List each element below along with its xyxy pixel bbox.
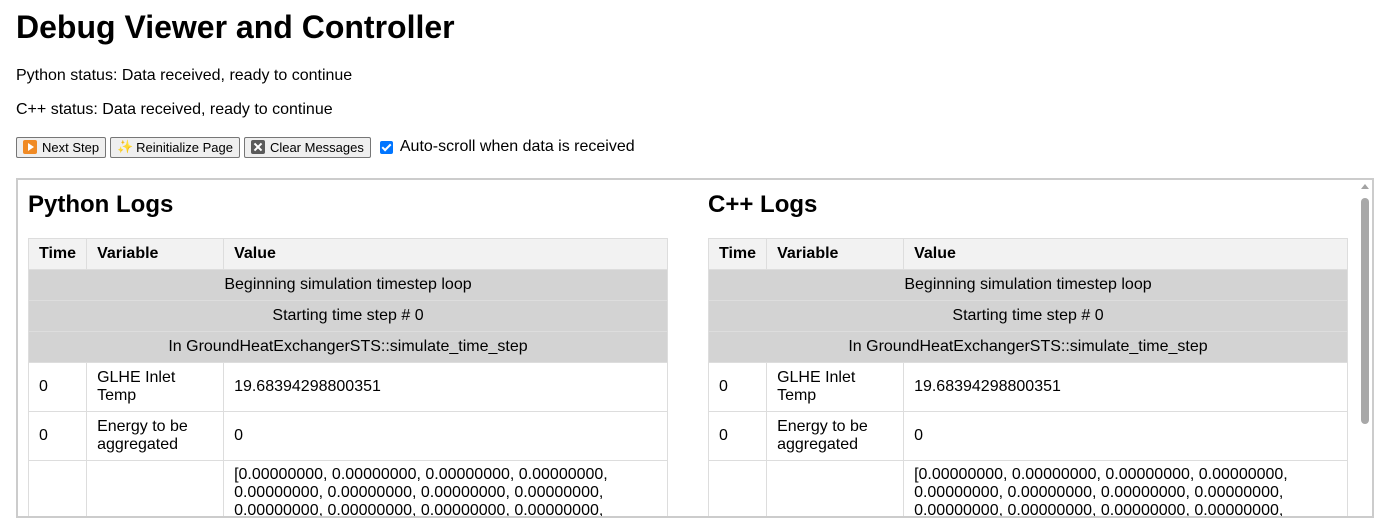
message-row: Starting time step # 0 xyxy=(709,301,1348,332)
autoscroll-label: Auto-scroll when data is received xyxy=(400,138,635,156)
sparkles-icon: ✨ xyxy=(117,140,131,154)
value-cell: 19.68394298800351 xyxy=(224,363,668,412)
x-icon xyxy=(251,140,265,154)
next-step-label: Next Step xyxy=(42,140,99,155)
time-cell xyxy=(29,461,87,518)
log-scrollbar[interactable] xyxy=(1358,180,1372,516)
variable-cell xyxy=(87,461,224,518)
time-cell: 0 xyxy=(709,363,767,412)
cpp-logs-heading: C++ Logs xyxy=(708,190,817,220)
table-row: 0 Energy to be aggregated 0 xyxy=(709,412,1348,461)
python-logs-heading: Python Logs xyxy=(28,190,173,220)
python-logs-table: Time Variable Value Beginning simulation… xyxy=(28,238,668,518)
column-header-time: Time xyxy=(709,239,767,270)
column-header-value: Value xyxy=(224,239,668,270)
message-cell: Beginning simulation timestep loop xyxy=(29,270,668,301)
message-cell: In GroundHeatExchangerSTS::simulate_time… xyxy=(29,332,668,363)
clear-messages-label: Clear Messages xyxy=(270,140,364,155)
log-container[interactable]: Python Logs Time Variable Value Beginnin… xyxy=(16,178,1374,518)
message-cell: In GroundHeatExchangerSTS::simulate_time… xyxy=(709,332,1348,363)
message-row: Starting time step # 0 xyxy=(29,301,668,332)
variable-cell: GLHE Inlet Temp xyxy=(87,363,224,412)
message-row: In GroundHeatExchangerSTS::simulate_time… xyxy=(29,332,668,363)
variable-cell: Energy to be aggregated xyxy=(767,412,904,461)
table-header-row: Time Variable Value xyxy=(29,239,668,270)
time-cell: 0 xyxy=(709,412,767,461)
variable-cell xyxy=(767,461,904,518)
scroll-up-arrow-icon[interactable] xyxy=(1361,184,1369,189)
column-header-time: Time xyxy=(29,239,87,270)
table-row: [0.00000000, 0.00000000, 0.00000000, 0.0… xyxy=(709,461,1348,518)
autoscroll-toggle[interactable]: Auto-scroll when data is received xyxy=(380,138,635,156)
time-cell xyxy=(709,461,767,518)
table-row: 0 GLHE Inlet Temp 19.68394298800351 xyxy=(29,363,668,412)
message-cell: Starting time step # 0 xyxy=(709,301,1348,332)
python-status: Python status: Data received, ready to c… xyxy=(16,66,352,86)
cpp-logs-table: Time Variable Value Beginning simulation… xyxy=(708,238,1348,518)
message-cell: Starting time step # 0 xyxy=(29,301,668,332)
message-row: In GroundHeatExchangerSTS::simulate_time… xyxy=(709,332,1348,363)
reinitialize-page-label: Reinitialize Page xyxy=(136,140,233,155)
autoscroll-checkbox[interactable] xyxy=(380,141,393,154)
table-row: 0 Energy to be aggregated 0 xyxy=(29,412,668,461)
message-row: Beginning simulation timestep loop xyxy=(709,270,1348,301)
play-icon xyxy=(23,140,37,154)
message-cell: Beginning simulation timestep loop xyxy=(709,270,1348,301)
table-row: [0.00000000, 0.00000000, 0.00000000, 0.0… xyxy=(29,461,668,518)
variable-cell: Energy to be aggregated xyxy=(87,412,224,461)
column-header-value: Value xyxy=(904,239,1348,270)
value-cell: 19.68394298800351 xyxy=(904,363,1348,412)
time-cell: 0 xyxy=(29,412,87,461)
table-header-row: Time Variable Value xyxy=(709,239,1348,270)
scroll-thumb[interactable] xyxy=(1361,198,1369,424)
message-row: Beginning simulation timestep loop xyxy=(29,270,668,301)
page-title: Debug Viewer and Controller xyxy=(16,8,455,46)
time-cell: 0 xyxy=(29,363,87,412)
value-cell: 0 xyxy=(904,412,1348,461)
reinitialize-page-button[interactable]: ✨ Reinitialize Page xyxy=(110,137,240,158)
toolbar: Next Step ✨ Reinitialize Page Clear Mess… xyxy=(16,136,635,158)
value-cell: [0.00000000, 0.00000000, 0.00000000, 0.0… xyxy=(224,461,668,518)
value-cell: 0 xyxy=(224,412,668,461)
variable-cell: GLHE Inlet Temp xyxy=(767,363,904,412)
clear-messages-button[interactable]: Clear Messages xyxy=(244,137,371,158)
value-cell: [0.00000000, 0.00000000, 0.00000000, 0.0… xyxy=(904,461,1348,518)
next-step-button[interactable]: Next Step xyxy=(16,137,106,158)
table-row: 0 GLHE Inlet Temp 19.68394298800351 xyxy=(709,363,1348,412)
column-header-variable: Variable xyxy=(87,239,224,270)
cpp-status: C++ status: Data received, ready to cont… xyxy=(16,100,333,120)
column-header-variable: Variable xyxy=(767,239,904,270)
